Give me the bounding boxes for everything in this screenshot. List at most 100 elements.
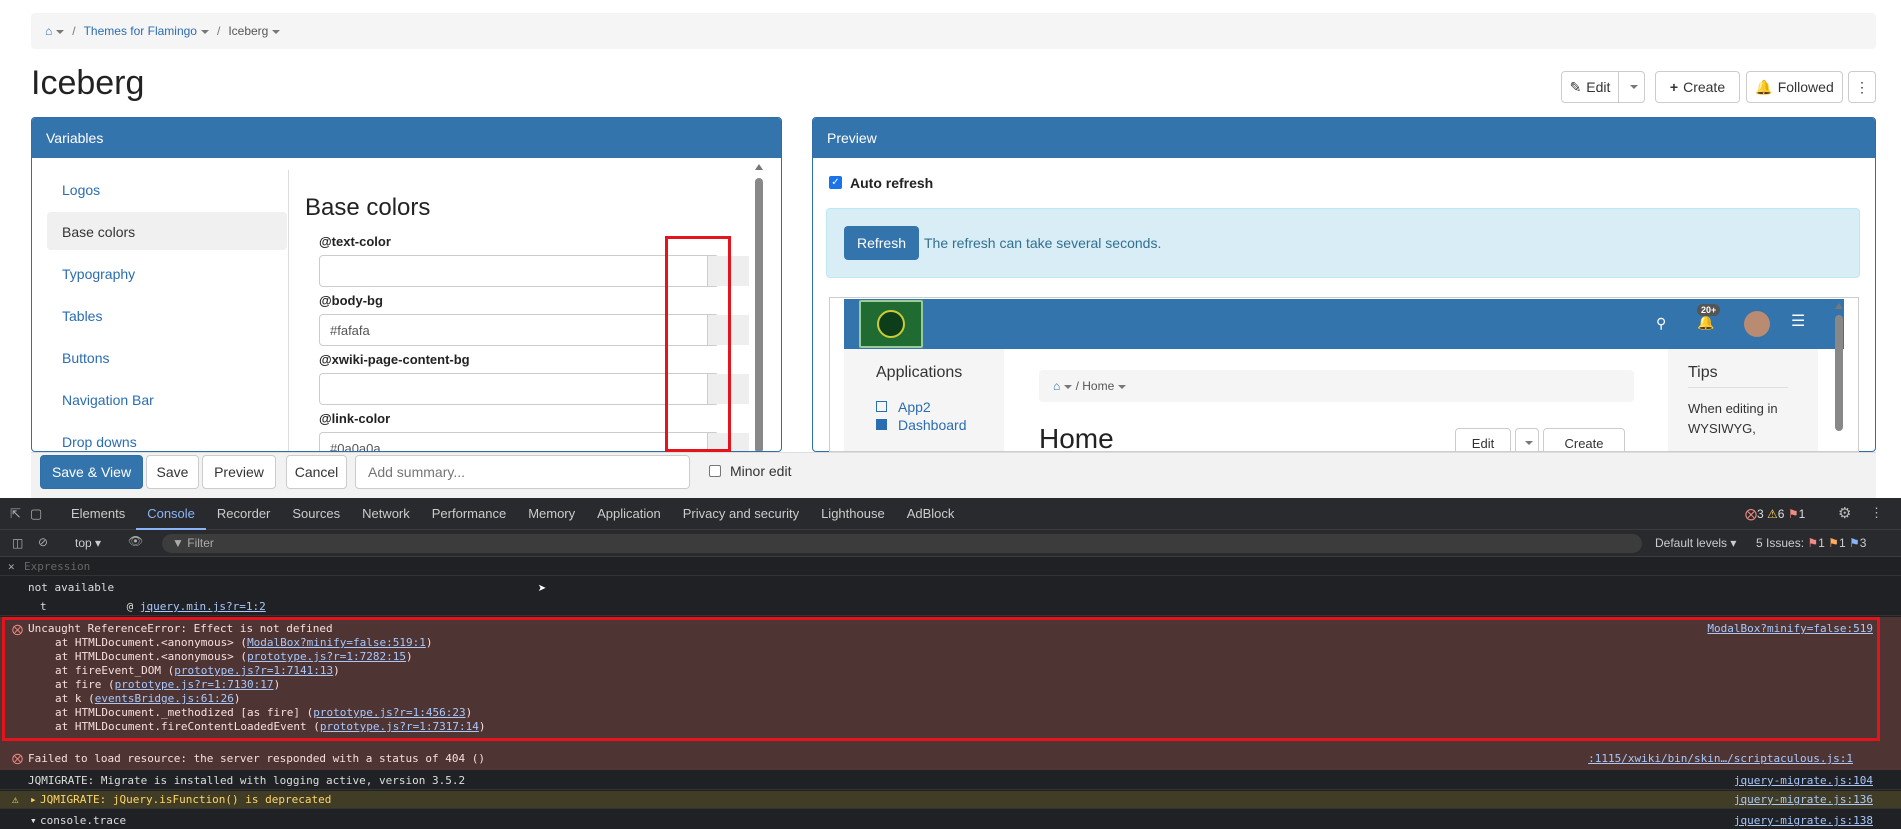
tips-text: When editing in WYSIWYG, [1688,401,1778,436]
inspect-icon[interactable]: ⇱ [10,506,30,522]
preview-panel-title: Preview [813,118,1875,158]
var-label-text-color: @text-color [319,234,391,249]
eye-icon[interactable]: 👁 [128,534,143,548]
breadcrumb-current[interactable]: Iceberg [228,24,281,38]
home-icon[interactable]: ⌂ [45,24,65,38]
minor-edit-label: Minor edit [730,463,792,479]
save-and-view-button[interactable]: Save & View [40,455,143,489]
filter-icon: ▼ [172,536,184,550]
more-vertical-icon[interactable]: ⋮ [1870,505,1883,521]
create-button[interactable]: + Create [1655,71,1740,103]
breadcrumb: ⌂ / Themes for Flamingo / Iceberg [31,13,1876,49]
bell-icon[interactable]: 🔔 [1697,314,1714,331]
preview-frame: ⚲ 🔔 20+ ☰ Applications App2 Dashboard ⌂ … [829,297,1859,452]
section-title: Base colors [305,194,431,221]
more-vertical-icon: ⋮ [1855,78,1869,95]
preview-navbar: ⚲ 🔔 20+ ☰ [844,299,1844,349]
issues-button[interactable]: 5 Issues: ⚑1 ⚑1 ⚑3 [1756,536,1866,550]
tab-performance[interactable]: Performance [421,498,517,530]
tips-title: Tips [1688,364,1718,381]
edit-dropdown-button[interactable] [1618,71,1645,103]
preview-button[interactable]: Preview [202,455,276,489]
minor-edit-checkbox[interactable] [709,465,721,477]
nav-item-base-colors[interactable]: Base colors [47,212,287,250]
tab-console[interactable]: Console [136,498,206,530]
trace-link[interactable]: jquery.min.js?r=1:2 [140,600,266,613]
nav-item-drop-downs[interactable]: Drop downs [47,422,287,451]
cancel-button[interactable]: Cancel [286,455,347,489]
warning-icon: ⚠ [12,793,19,806]
auto-refresh-checkbox[interactable]: ✓ [829,176,842,189]
tab-memory[interactable]: Memory [517,498,586,530]
nav-item-typography[interactable]: Typography [47,254,287,292]
nav-item-buttons[interactable]: Buttons [47,338,287,376]
trace-source-link[interactable]: jquery-migrate.js:138 [1734,812,1873,829]
refresh-note: The refresh can take several seconds. [924,235,1162,251]
var-label-page-content-bg: @xwiki-page-content-bg [319,352,470,367]
expand-icon[interactable]: ▸ [30,791,37,808]
refresh-button[interactable]: Refresh [844,226,919,260]
expression-label: Expression [24,560,91,573]
tab-sources[interactable]: Sources [281,498,351,530]
tab-adblock[interactable]: AdBlock [896,498,966,530]
var-label-body-bg: @body-bg [319,293,383,308]
nav-item-tables[interactable]: Tables [47,296,287,334]
console-counts[interactable]: ⨂3 ⚠6 ⚑1 [1745,507,1805,521]
highlight-box [665,236,731,452]
default-levels-select[interactable]: Default levels ▾ [1655,536,1736,550]
scrollbar[interactable] [754,164,764,451]
chevron-down-icon [1629,85,1638,89]
settings-icon[interactable]: ⚙ [1838,504,1851,522]
resource-error-link[interactable]: :1115/xwiki/bin/skin…/scriptaculous.js:1 [1588,752,1853,765]
body-bg-input[interactable]: #fafafa [319,314,749,346]
text-color-input[interactable] [319,255,749,287]
edit-button[interactable]: ✎ Edit [1561,71,1619,103]
device-toolbar-icon[interactable]: ▢ [30,506,60,522]
avatar[interactable] [1744,311,1770,337]
inner-create-button[interactable]: Create [1543,428,1625,451]
inner-page-title: Home [1039,423,1114,452]
more-actions-button[interactable]: ⋮ [1848,71,1876,103]
collapse-icon[interactable]: ▾ [30,812,37,829]
clear-console-icon[interactable]: ⊘ [38,535,48,549]
warning-entry: ⚠ ▸ JQMIGRATE: jQuery.isFunction() is depr… [0,791,1901,809]
link-color-input[interactable]: #0a0a0a [319,432,749,451]
followed-button[interactable]: 🔔 Followed [1746,71,1843,103]
sidebar-toggle-icon[interactable]: ◫ [12,536,23,550]
nav-item-navigation-bar[interactable]: Navigation Bar [47,380,287,418]
tab-network[interactable]: Network [351,498,421,530]
error-icon: ⨂ [12,752,23,765]
app-link-dashboard[interactable]: Dashboard [898,417,967,433]
nav-item-logos[interactable]: Logos [47,170,287,208]
plus-icon: + [1669,79,1679,95]
inner-edit-dropdown[interactable] [1515,428,1539,451]
tab-recorder[interactable]: Recorder [206,498,281,530]
save-button[interactable]: Save [146,455,199,489]
preview-scrollbar[interactable] [1834,303,1844,443]
app-link-app2[interactable]: App2 [898,399,931,415]
summary-input[interactable] [355,455,690,489]
trace-entry: ▾ console.trace jquery-migrate.js:138 [0,812,1901,829]
tab-privacy-security[interactable]: Privacy and security [672,498,810,530]
expression-value: not available [28,581,115,594]
search-icon[interactable]: ⚲ [1656,315,1666,332]
tab-application[interactable]: Application [586,498,672,530]
warning-source-link[interactable]: jquery-migrate.js:136 [1734,791,1873,808]
inner-edit-button[interactable]: Edit [1455,428,1511,451]
log-source-link[interactable]: jquery-migrate.js:104 [1734,772,1873,789]
filter-input[interactable]: ▼ Filter [162,534,1642,553]
logo [859,300,923,348]
close-icon[interactable]: ✕ [8,558,15,575]
context-select[interactable]: top ▾ [75,536,101,550]
tab-elements[interactable]: Elements [60,498,136,530]
mouse-cursor: ➤ [538,581,547,597]
page-title: Iceberg [31,64,145,102]
var-label-link-color: @link-color [319,411,391,426]
resource-error-message: Failed to load resource: the server resp… [28,752,485,765]
tab-lighthouse[interactable]: Lighthouse [810,498,896,530]
page: ⌂ / Themes for Flamingo / Iceberg Iceber… [0,0,1901,829]
inner-breadcrumb: ⌂ / Home [1039,370,1634,402]
breadcrumb-parent[interactable]: Themes for Flamingo [84,24,209,38]
menu-icon[interactable]: ☰ [1791,311,1805,331]
page-content-bg-input[interactable] [319,373,749,405]
